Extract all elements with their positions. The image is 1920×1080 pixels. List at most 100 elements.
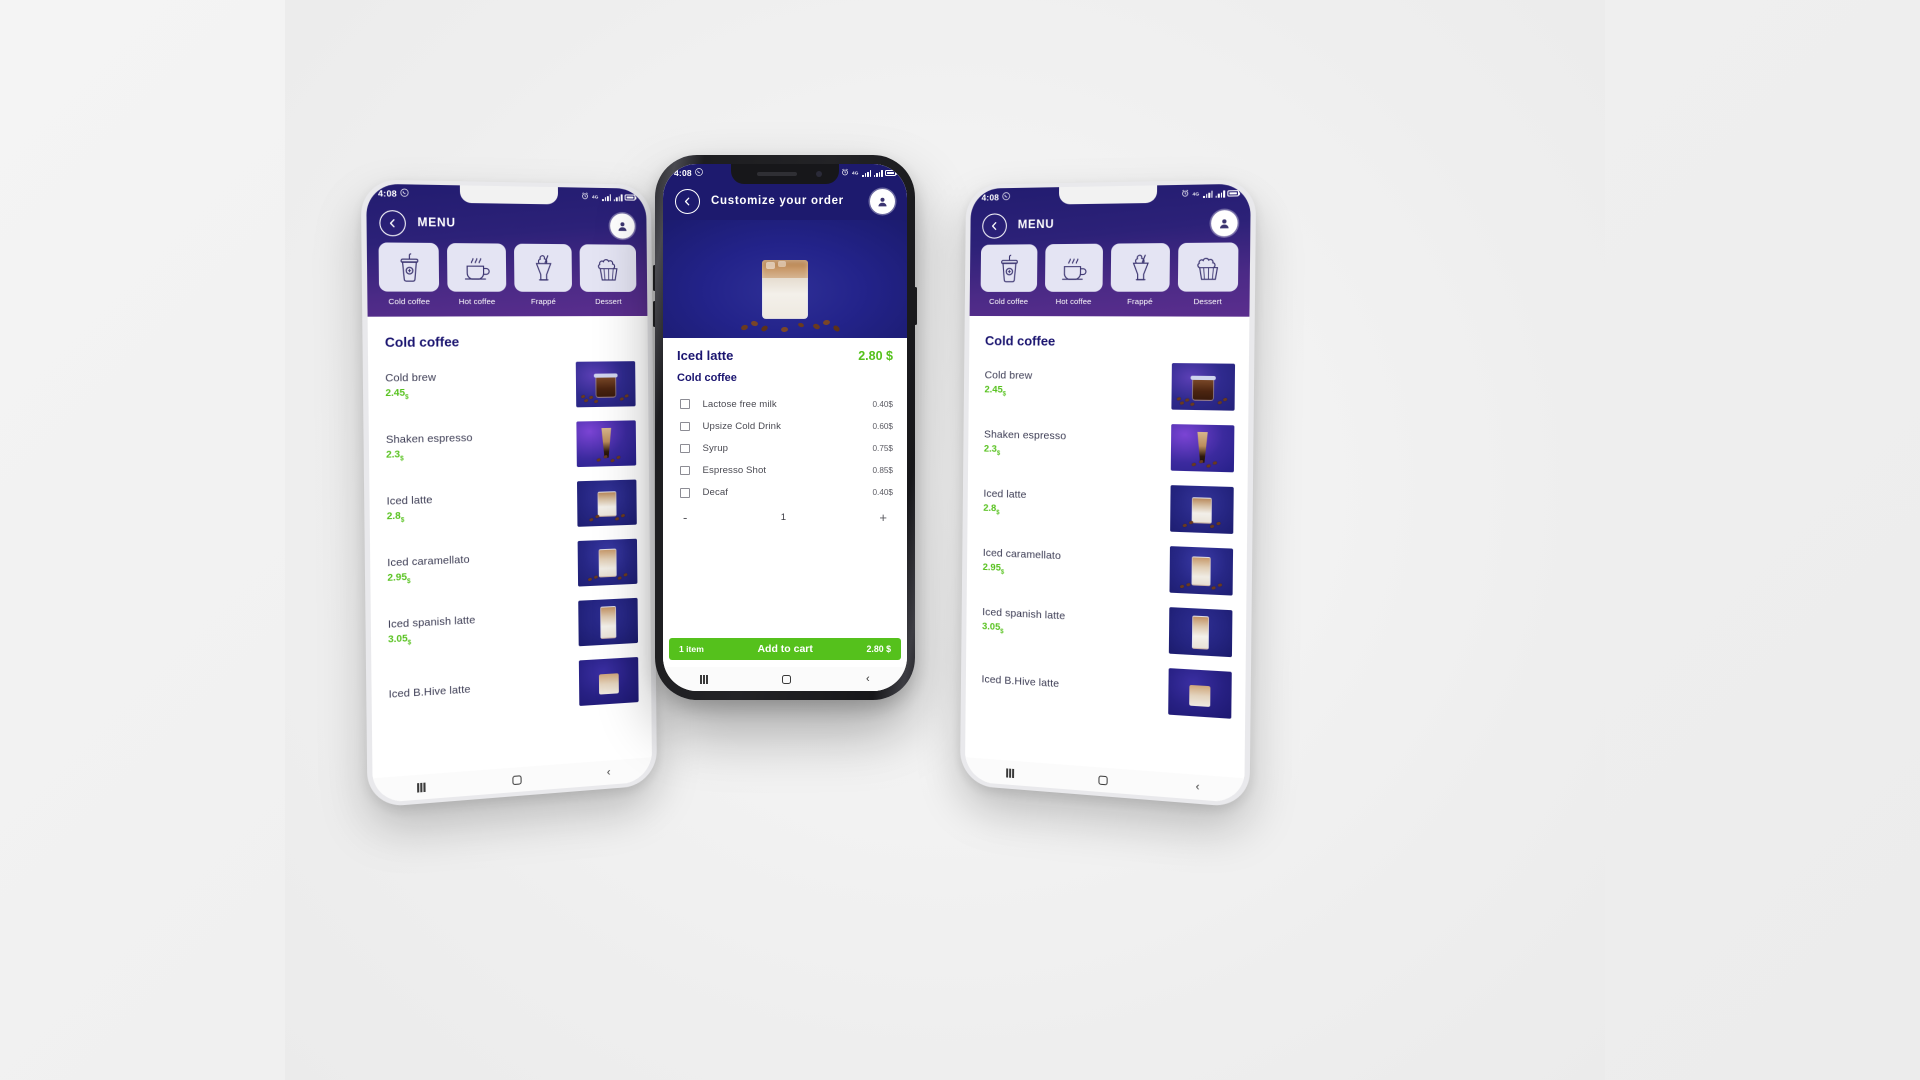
list-item[interactable]: Shaken espresso 2.3$	[369, 413, 649, 480]
section-title: Cold coffee	[384, 333, 460, 350]
item-price: 2.3$	[983, 443, 1001, 457]
item-thumbnail	[1168, 606, 1233, 657]
profile-button[interactable]	[609, 212, 635, 239]
list-item[interactable]: Shaken espresso 2.3$	[968, 413, 1248, 480]
battery-icon	[1227, 190, 1240, 197]
recents-icon[interactable]	[1006, 767, 1014, 778]
category-frappe[interactable]: Frappé	[1110, 243, 1171, 306]
category-cold-coffee[interactable]: Cold coffee	[378, 242, 440, 306]
list-item[interactable]: Cold brew 2.45$	[368, 354, 648, 418]
home-icon[interactable]	[512, 774, 522, 785]
back-button[interactable]	[675, 188, 700, 214]
option-price: 0.85$	[872, 466, 894, 476]
item-price: 2.3$	[386, 448, 404, 463]
category-label: Frappé	[1127, 296, 1153, 306]
back-button[interactable]	[982, 212, 1008, 239]
quantity-increase-button[interactable]: +	[879, 511, 887, 524]
option-row[interactable]: Upsize Cold Drink 0.60$	[677, 415, 893, 437]
item-thumbnail	[1170, 423, 1235, 472]
app-bar-right: MENU	[970, 203, 1250, 245]
iced-cup-icon	[980, 244, 1038, 292]
item-price: 2.45$	[984, 384, 1007, 398]
checkbox-icon[interactable]	[680, 465, 690, 476]
checkbox-icon[interactable]	[680, 399, 690, 409]
checkbox-icon[interactable]	[680, 488, 690, 498]
list-item[interactable]: Iced latte 2.8$	[369, 472, 649, 542]
app-bar-left: MENU	[366, 203, 646, 245]
profile-button[interactable]	[870, 188, 895, 214]
recents-icon[interactable]	[700, 674, 708, 684]
earpiece-speaker	[757, 172, 797, 176]
option-label: Upsize Cold Drink	[702, 420, 781, 432]
app-bar-center: Customize your order	[663, 182, 907, 220]
recents-icon[interactable]	[417, 782, 426, 793]
add-to-cart-button[interactable]: 1 item Add to cart 2.80 $	[669, 638, 901, 660]
category-label: Dessert	[1193, 296, 1222, 306]
option-row[interactable]: Syrup 0.75$	[677, 437, 893, 459]
chevron-left-icon	[388, 218, 398, 228]
profile-button[interactable]	[1210, 209, 1238, 236]
network-icon: 4G	[591, 192, 599, 202]
chevron-left-icon	[684, 197, 690, 205]
back-icon[interactable]: ‹	[607, 766, 611, 778]
checkbox-icon[interactable]	[680, 421, 690, 432]
option-row[interactable]: Espresso Shot 0.85$	[677, 460, 893, 482]
cart-total: 2.80 $	[866, 644, 891, 654]
quantity-decrease-button[interactable]: -	[683, 511, 687, 524]
home-icon[interactable]	[1098, 774, 1109, 785]
category-frappe[interactable]: Frappé	[513, 243, 573, 306]
customize-content: Iced latte 2.80 $ Cold coffee Lactose fr…	[663, 338, 907, 638]
category-cold-coffee[interactable]: Cold coffee	[980, 244, 1038, 306]
item-thumbnail	[577, 538, 638, 587]
section-title: Cold coffee	[984, 332, 1056, 349]
cart-action-label: Add to cart	[757, 643, 813, 655]
option-row[interactable]: Lactose free milk 0.40$	[677, 393, 893, 415]
menu-list-left: Cold coffee Cold brew 2.45$ Shaken espre…	[367, 319, 652, 779]
signal-icon-2	[613, 193, 623, 201]
list-item[interactable]: Cold brew 2.45$	[969, 354, 1249, 418]
list-item[interactable]: Iced latte 2.8$	[967, 472, 1247, 542]
item-name: Iced caramellato	[982, 547, 1061, 563]
signal-icon-2	[1215, 189, 1225, 198]
item-name: Iced B.Hive latte	[981, 673, 1060, 691]
svg-text:4G: 4G	[1192, 191, 1199, 196]
category-hot-coffee[interactable]: Hot coffee	[446, 243, 507, 306]
item-name: Iced B.Hive latte	[388, 683, 471, 701]
home-icon[interactable]	[782, 674, 792, 684]
checkbox-icon[interactable]	[680, 443, 690, 454]
back-icon[interactable]: ‹	[866, 673, 870, 685]
alarm-icon	[1181, 189, 1189, 200]
network-icon: 4G	[1192, 189, 1201, 200]
back-icon[interactable]: ‹	[1196, 780, 1200, 793]
phone-left-body: 4:08 4G MENU Cold coffee Hot coffee Frap…	[360, 179, 658, 808]
item-thumbnail	[1168, 667, 1232, 719]
device-notch	[731, 164, 839, 184]
item-name: Shaken espresso	[983, 428, 1067, 443]
hot-cup-icon	[446, 243, 507, 292]
option-label: Espresso Shot	[702, 465, 767, 477]
category-label: Dessert	[595, 296, 622, 306]
menu-header-left: 4:08 4G MENU Cold coffee Hot coffee Frap…	[366, 183, 648, 317]
item-price: 3.05$	[388, 632, 412, 647]
phone-center-screen: 4:08 4G Customize your order Iced latte …	[663, 164, 907, 691]
status-time: 4:08	[981, 192, 1000, 203]
item-price: 3.05$	[982, 620, 1004, 635]
signal-icon	[601, 193, 611, 201]
item-category: Cold coffee	[677, 372, 737, 384]
category-hot-coffee[interactable]: Hot coffee	[1044, 243, 1104, 306]
item-name: Iced spanish latte	[982, 606, 1066, 623]
option-label: Decaf	[702, 487, 729, 499]
phone-right-screen: 4:08 4G MENU Cold coffee Hot coffee Frap…	[964, 183, 1251, 804]
category-dessert[interactable]: Dessert	[1177, 242, 1239, 306]
item-price: 2.80 $	[858, 349, 893, 363]
chevron-left-icon	[990, 221, 999, 230]
screen-notch	[1058, 185, 1158, 205]
back-button[interactable]	[379, 209, 407, 236]
option-row[interactable]: Decaf 0.40$	[677, 482, 893, 504]
alarm-icon	[841, 168, 849, 178]
category-label: Frappé	[530, 296, 556, 306]
cupcake-icon	[1177, 242, 1239, 292]
hot-cup-icon	[1044, 243, 1104, 292]
user-avatar-icon	[1220, 218, 1229, 228]
category-dessert[interactable]: Dessert	[579, 244, 637, 306]
